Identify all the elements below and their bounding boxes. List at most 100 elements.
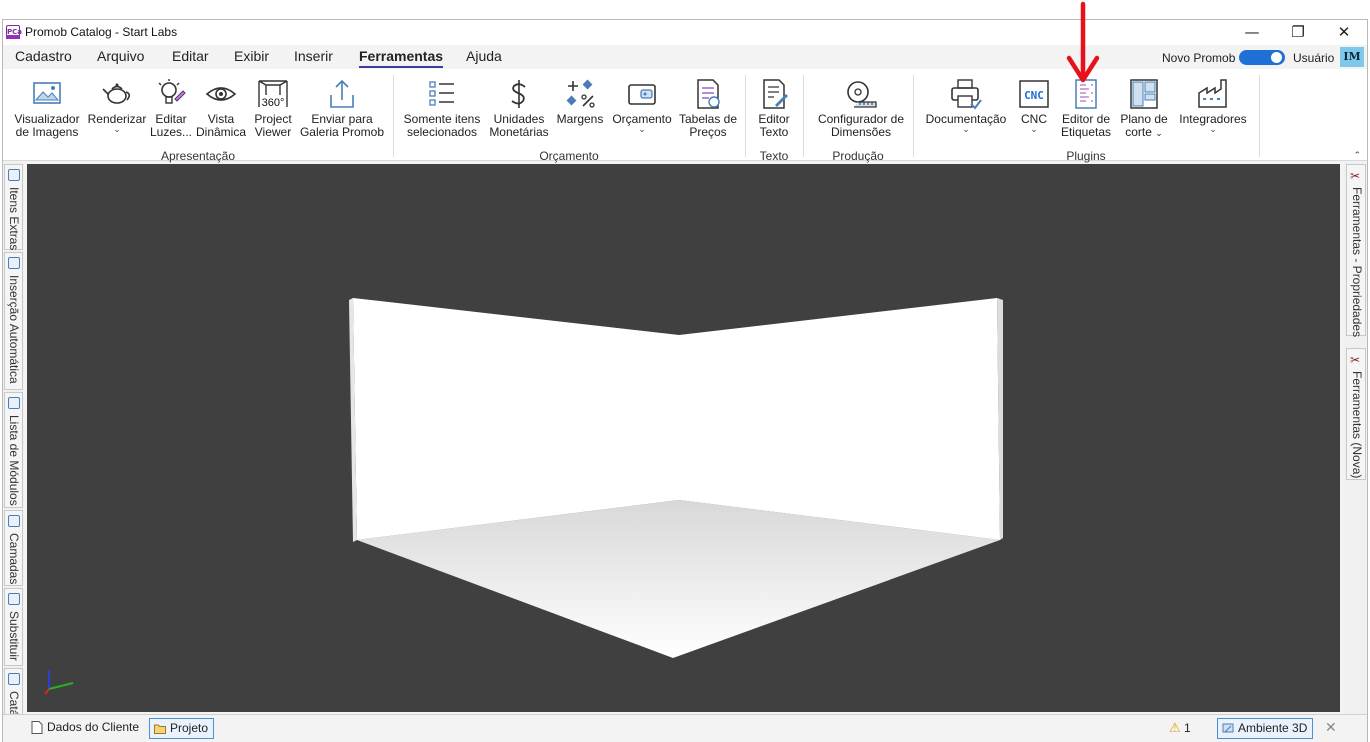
replace-icon — [8, 593, 20, 605]
visualizador-imagens-button[interactable]: Visualizador de Imagens — [9, 71, 85, 147]
tab-projeto[interactable]: Projeto — [149, 718, 215, 739]
tab-label: Substituir — [7, 611, 21, 662]
group-separator — [803, 75, 804, 157]
unidades-label-2: Monetárias — [489, 125, 549, 139]
plano-corte-label-1: Plano de — [1120, 112, 1168, 126]
minimize-button[interactable]: — — [1229, 20, 1275, 45]
tab-ferramentas-nova[interactable]: ✂ Ferramentas (Nova) — [1346, 348, 1366, 480]
upload-icon — [330, 79, 354, 108]
tab-label: Lista de Módulos — [7, 415, 21, 506]
left-panel-strip: Itens Extras Inserção Automática Lista d… — [3, 162, 24, 740]
tab-label: Ferramentas (Nova) — [1350, 371, 1364, 479]
vista-dinamica-label-2: Dinâmica — [195, 125, 246, 139]
tab-label: Dados do Cliente — [47, 720, 140, 734]
chevron-down-icon: ⌄ — [962, 125, 970, 135]
3d-viewport[interactable] — [27, 164, 1340, 712]
3d-view-icon — [1222, 723, 1234, 733]
tab-camadas[interactable]: Camadas — [4, 510, 23, 586]
tab-ferramentas-propriedades[interactable]: ✂ Ferramentas - Propriedades — [1346, 164, 1366, 338]
tab-lista-modulos[interactable]: Lista de Módulos — [4, 392, 23, 508]
integradores-button[interactable]: Integradores ⌄ — [1175, 71, 1251, 147]
price-table-icon — [697, 79, 720, 109]
tab-insercao-automatica[interactable]: Inserção Automática — [4, 252, 23, 390]
somente-itens-button[interactable]: Somente itens selecionados — [401, 71, 483, 147]
chevron-down-icon: ⌄ — [1155, 129, 1163, 139]
dollar-icon — [511, 80, 526, 108]
ambiente-3d-label: Ambiente 3D — [1238, 721, 1308, 735]
image-viewer-icon — [33, 82, 61, 104]
tab-dados-cliente[interactable]: Dados do Cliente — [27, 718, 144, 739]
paperclip-icon — [8, 169, 20, 181]
tab-label: Projeto — [170, 721, 209, 735]
app-window: PCa Promob Catalog - Start Labs — ❐ ✕ Ca… — [2, 19, 1368, 742]
tab-substituir[interactable]: Substituir — [4, 588, 23, 666]
ribbon: Visualizador de Imagens Renderizar ⌄ Edi… — [3, 69, 1367, 163]
menu-ferramentas[interactable]: Ferramentas — [359, 48, 444, 68]
cnc-button[interactable]: CNC CNC ⌄ — [1013, 71, 1055, 147]
factory-icon — [1198, 79, 1227, 108]
avatar[interactable]: IM — [1340, 47, 1364, 67]
plano-corte-label-row: corte ⌄ — [1117, 126, 1171, 141]
orcamento-button[interactable]: Orçamento ⌄ — [609, 71, 675, 147]
group-label-apresentacao: Apresentação — [160, 149, 236, 163]
title-bar: PCa Promob Catalog - Start Labs — ❐ ✕ — [3, 20, 1367, 45]
tools-icon: ✂ — [1350, 353, 1361, 367]
app-logo: PCa — [6, 25, 22, 39]
plano-corte-label-2: corte — [1125, 125, 1152, 139]
eye-icon — [205, 87, 237, 101]
menu-exibir[interactable]: Exibir — [234, 48, 269, 64]
viewer-360-icon: 360° — [258, 80, 288, 109]
group-separator — [913, 75, 914, 157]
tabelas-label-2: Preços — [689, 125, 727, 139]
warning-icon: ⚠ — [1169, 721, 1181, 736]
collapse-ribbon-icon[interactable]: ⌃ — [1353, 151, 1361, 161]
plano-corte-button[interactable]: Plano de corte ⌄ — [1117, 71, 1171, 147]
tab-label: Ferramentas - Propriedades — [1350, 187, 1364, 338]
configurador-dimensoes-button[interactable]: Configurador de Dimensões — [809, 71, 913, 147]
documentacao-button[interactable]: Documentação ⌄ — [923, 71, 1009, 147]
close-button[interactable]: ✕ — [1321, 20, 1367, 45]
tab-itens-extras[interactable]: Itens Extras — [4, 164, 23, 250]
unidades-monetarias-button[interactable]: Unidades Monetárias — [487, 71, 551, 147]
cnc-icon: CNC — [1019, 80, 1049, 108]
auto-insert-icon — [8, 257, 20, 269]
cnc-icon-text: CNC — [1024, 89, 1044, 102]
warnings-indicator[interactable]: ⚠ 1 — [1169, 721, 1191, 736]
group-label-texto: Texto — [759, 149, 789, 163]
chevron-down-icon: ⌄ — [638, 125, 646, 135]
tools-icon: ✂ — [1350, 169, 1361, 183]
document-icon — [31, 721, 43, 734]
tabelas-precos-button[interactable]: Tabelas de Preços — [677, 71, 739, 147]
left-wall — [353, 298, 679, 540]
configurador-label-2: Dimensões — [830, 125, 892, 139]
maximize-button[interactable]: ❐ — [1275, 20, 1321, 45]
warning-count: 1 — [1184, 721, 1191, 735]
close-view-icon[interactable]: ✕ — [1325, 720, 1337, 736]
menu-ajuda[interactable]: Ajuda — [466, 48, 502, 64]
renderizar-button[interactable]: Renderizar ⌄ — [87, 71, 147, 147]
menu-editar[interactable]: Editar — [172, 48, 209, 64]
user-label[interactable]: Usuário — [1293, 51, 1334, 65]
menu-arquivo[interactable]: Arquivo — [97, 48, 144, 64]
tab-label: Inserção Automática — [7, 275, 21, 384]
list-icon — [8, 397, 20, 409]
visualizador-label-2: de Imagens — [15, 125, 79, 139]
vista-dinamica-button[interactable]: Vista Dinâmica — [195, 71, 247, 147]
menu-inserir[interactable]: Inserir — [294, 48, 333, 64]
editor-etiquetas-label-2: Etiquetas — [1060, 125, 1112, 139]
printer-icon — [951, 79, 982, 110]
folder-icon — [154, 724, 166, 734]
project-viewer-button[interactable]: 360° Project Viewer — [249, 71, 297, 147]
margens-button[interactable]: Margens — [553, 71, 607, 147]
editar-luzes-button[interactable]: Editar Luzes... — [149, 71, 193, 147]
ambiente-3d-tab[interactable]: Ambiente 3D — [1217, 718, 1314, 739]
novo-promob-toggle[interactable] — [1239, 50, 1285, 65]
editor-texto-button[interactable]: Editor Texto — [751, 71, 797, 147]
text-editor-icon — [763, 79, 788, 109]
tab-label: Camadas — [7, 533, 21, 585]
enviar-galeria-button[interactable]: Enviar para Galeria Promob — [299, 71, 385, 147]
enviar-galeria-label-2: Galeria Promob — [299, 125, 385, 139]
menu-cadastro[interactable]: Cadastro — [15, 48, 72, 64]
status-bar: Dados do Cliente Projeto ⚠ 1 Ambiente 3D… — [3, 714, 1367, 742]
wallet-icon — [628, 84, 656, 105]
